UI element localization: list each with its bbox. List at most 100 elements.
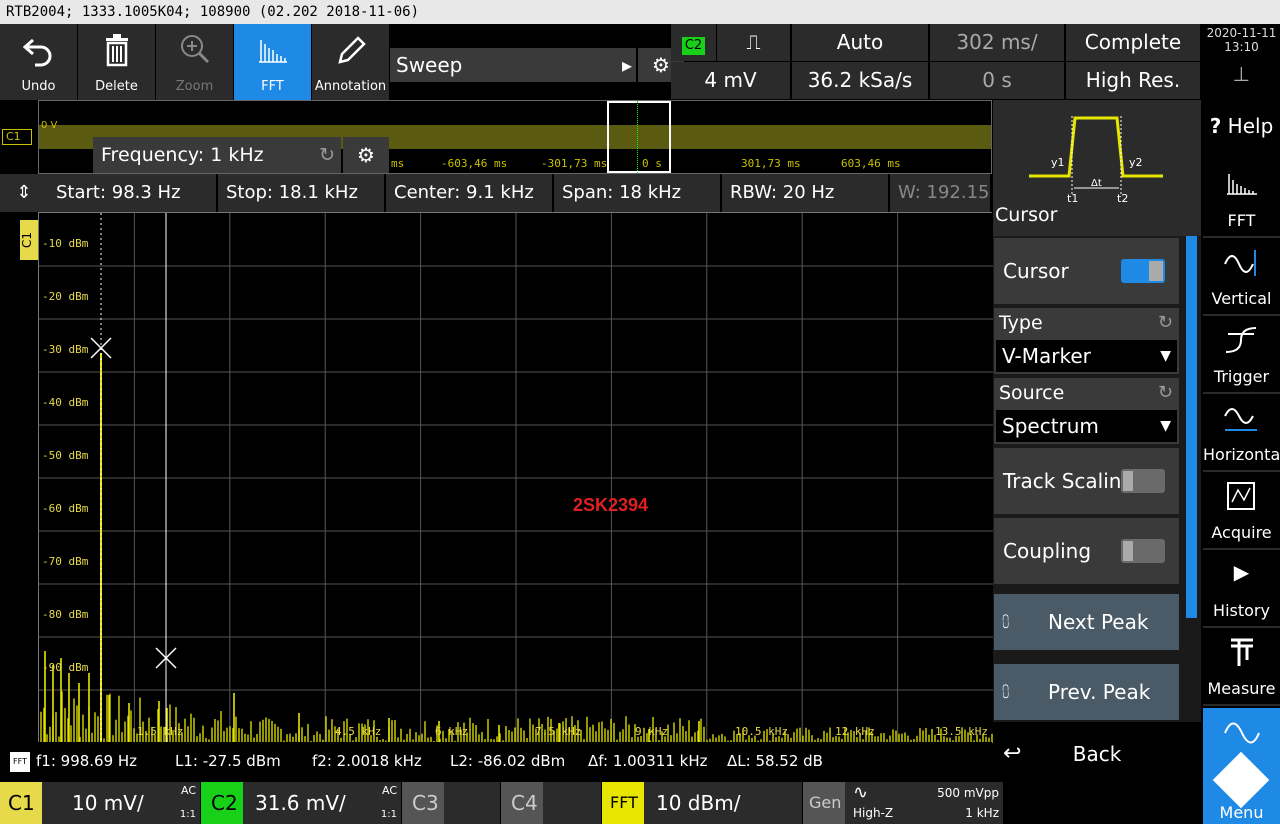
fft-w[interactable]: W: 192.15 r bbox=[890, 174, 992, 212]
acq-mode[interactable]: High Res. bbox=[1066, 62, 1201, 99]
scroll-arrows-icon[interactable]: ⇕ bbox=[0, 174, 48, 212]
menu-button[interactable]: Menu bbox=[1203, 708, 1280, 824]
coupling-switch[interactable] bbox=[1121, 539, 1165, 563]
help-icon: ? bbox=[1209, 114, 1222, 138]
source-select[interactable]: Spectrum ▼ bbox=[996, 410, 1177, 442]
channel-c4-tab[interactable]: C4 bbox=[501, 782, 543, 824]
track-tick-5: 603,46 ms bbox=[841, 157, 901, 170]
datetime: 2020-11-11 13:10 ⊥ bbox=[1203, 24, 1280, 100]
prev-peak-button[interactable]: ⩇ Prev. Peak bbox=[994, 664, 1179, 720]
c1-ratio: 1:1 bbox=[179, 809, 196, 820]
x-tick-label: 12 kHz bbox=[835, 725, 875, 738]
trigger-level[interactable]: 4 mV bbox=[671, 62, 791, 99]
fft-center[interactable]: Center: 9.1 kHz bbox=[386, 174, 554, 212]
fft-channel-tab[interactable]: FFT bbox=[602, 782, 644, 824]
channel-c4-settings[interactable] bbox=[543, 782, 601, 824]
frequency-label: Frequency: 1 kHz bbox=[101, 144, 264, 166]
coupling-row[interactable]: Coupling bbox=[994, 518, 1179, 584]
zoom-button[interactable]: Zoom bbox=[156, 24, 234, 100]
diagram-t1: t1 bbox=[1067, 192, 1078, 205]
plot-grid bbox=[39, 213, 993, 743]
prev-peak-icon: ⩇ bbox=[1002, 682, 1010, 701]
y-tick-label: -60 dBm bbox=[42, 502, 89, 515]
cursor-toggle-row[interactable]: Cursor bbox=[994, 238, 1179, 304]
trigger-source[interactable]: C2 bbox=[671, 24, 717, 61]
history-button[interactable]: ▶ History bbox=[1203, 552, 1280, 628]
spectrum-plot[interactable]: -10 dBm -20 dBm -30 dBm -40 dBm -50 dBm -60 d… bbox=[38, 212, 993, 743]
channel-c1-settings[interactable]: 10 mV/ AC 1:1 bbox=[42, 782, 200, 824]
trash-icon bbox=[105, 34, 128, 67]
channel-c3-tab[interactable]: C3 bbox=[402, 782, 444, 824]
sample-rate[interactable]: 36.2 kSa/s bbox=[792, 62, 929, 99]
fft-icon bbox=[1227, 174, 1257, 195]
time-div[interactable]: 302 ms/ bbox=[930, 24, 1065, 61]
fft-channel-marker[interactable]: C1 bbox=[20, 220, 38, 260]
acquire-button[interactable]: Acquire bbox=[1203, 474, 1280, 550]
time-offset[interactable]: 0 s bbox=[930, 62, 1065, 99]
gen-settings[interactable]: ∿ High-Z 500 mVpp 1 kHz bbox=[845, 782, 1003, 824]
annotation-button[interactable]: Annotation bbox=[312, 24, 390, 100]
date: 2020-11-11 bbox=[1206, 26, 1277, 40]
channel-c1-tab[interactable]: C1 bbox=[0, 782, 42, 824]
undo-label: Undo bbox=[21, 79, 56, 94]
source-row[interactable]: Source ↻ Spectrum ▼ bbox=[994, 378, 1179, 444]
fft-start[interactable]: Start: 98.3 Hz bbox=[48, 174, 218, 212]
vertical-button[interactable]: Vertical bbox=[1203, 240, 1280, 316]
fft-button[interactable]: FFT bbox=[234, 24, 312, 100]
trigger-button[interactable]: Trigger bbox=[1203, 318, 1280, 394]
rising-edge-icon: ⎍ bbox=[746, 30, 761, 54]
readout-f2: f2: 2.0018 kHz bbox=[312, 752, 422, 770]
y-tick-label: -50 dBm bbox=[42, 449, 89, 462]
measure-button[interactable]: Measure bbox=[1203, 630, 1280, 706]
play-icon: ▸ bbox=[621, 53, 632, 77]
y-tick-label: -70 dBm bbox=[42, 555, 89, 568]
acq-status[interactable]: Complete bbox=[1066, 24, 1201, 61]
trigger-slope[interactable]: ⎍ bbox=[717, 24, 791, 61]
diagram-dt: Δt bbox=[1091, 178, 1102, 189]
c2-ratio: 1:1 bbox=[380, 809, 397, 820]
channel-c3-settings[interactable] bbox=[444, 782, 500, 824]
back-button[interactable]: ↩ Back bbox=[993, 728, 1201, 780]
gear-icon: ⚙ bbox=[357, 143, 375, 167]
track-cursor bbox=[637, 101, 641, 173]
channel-c2-tab[interactable]: C2 bbox=[201, 782, 243, 824]
undo-button[interactable]: Undo bbox=[0, 24, 78, 100]
cursor-readout: FFT f1: 998.69 Hz L1: -27.5 dBm f2: 2.00… bbox=[0, 742, 992, 782]
y-tick-label: -10 dBm bbox=[42, 237, 89, 250]
next-peak-button[interactable]: ⩇ Next Peak bbox=[994, 594, 1179, 650]
x-tick-label: 10.5 kHz bbox=[735, 725, 788, 738]
history-label: History bbox=[1213, 601, 1270, 620]
caliper-icon bbox=[1231, 638, 1253, 666]
type-row[interactable]: Type ↻ V-Marker ▼ bbox=[994, 308, 1179, 374]
source-reset-icon[interactable]: ↻ bbox=[1158, 382, 1173, 403]
fft-rbw[interactable]: RBW: 20 Hz bbox=[722, 174, 890, 212]
c2-scale: 31.6 mV/ bbox=[255, 791, 346, 815]
frequency-settings-button[interactable]: ⚙ bbox=[343, 137, 389, 173]
panel-scrollbar[interactable] bbox=[1186, 236, 1197, 618]
x-tick-label: 1.5 kHz bbox=[137, 725, 184, 738]
channel-c2-settings[interactable]: 31.6 mV/ AC 1:1 bbox=[243, 782, 401, 824]
trigger-mode[interactable]: Auto bbox=[792, 24, 929, 61]
cursor-switch[interactable] bbox=[1121, 259, 1165, 283]
sweep-dropdown[interactable]: Sweep ▸ bbox=[390, 48, 636, 82]
track-scaling-switch[interactable] bbox=[1121, 469, 1165, 493]
fft-settings[interactable]: 10 dBm/ bbox=[644, 782, 802, 824]
type-select[interactable]: V-Marker ▼ bbox=[996, 340, 1177, 372]
track-tick-3: 0 s bbox=[642, 157, 662, 170]
gen-tab[interactable]: Gen bbox=[803, 782, 845, 824]
horizontal-button[interactable]: Horizontal bbox=[1203, 396, 1280, 472]
next-peak-icon: ⩇ bbox=[1002, 612, 1010, 631]
frequency-field[interactable]: Frequency: 1 kHz ↻ bbox=[93, 137, 341, 173]
fft-span[interactable]: Span: 18 kHz bbox=[554, 174, 722, 212]
readout-l1: L1: -27.5 dBm bbox=[175, 752, 281, 770]
side-fft-button[interactable]: FFT bbox=[1203, 162, 1280, 238]
reset-icon[interactable]: ↻ bbox=[319, 137, 335, 173]
fft-stop[interactable]: Stop: 18.1 kHz bbox=[218, 174, 386, 212]
type-reset-icon[interactable]: ↻ bbox=[1158, 312, 1173, 333]
delete-button[interactable]: Delete bbox=[78, 24, 156, 100]
gen-impedance: High-Z bbox=[853, 806, 894, 820]
track-scaling-row[interactable]: Track Scaling bbox=[994, 448, 1179, 514]
plot-annotation[interactable]: 2SK2394 bbox=[573, 495, 648, 516]
zoom-label: Zoom bbox=[175, 79, 214, 94]
cursor-label: Cursor bbox=[1003, 259, 1069, 283]
